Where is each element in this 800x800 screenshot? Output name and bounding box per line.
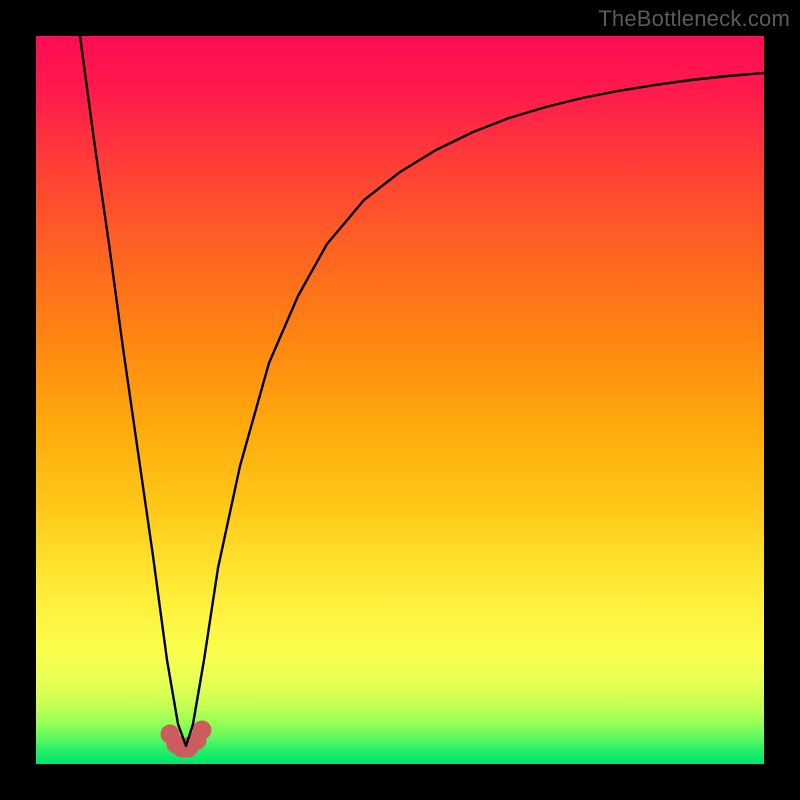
chart-plot-area xyxy=(36,36,764,764)
chart-frame: TheBottleneck.com xyxy=(0,0,800,800)
watermark-text: TheBottleneck.com xyxy=(598,6,790,32)
chart-svg xyxy=(36,36,764,764)
gradient-background xyxy=(36,36,764,764)
